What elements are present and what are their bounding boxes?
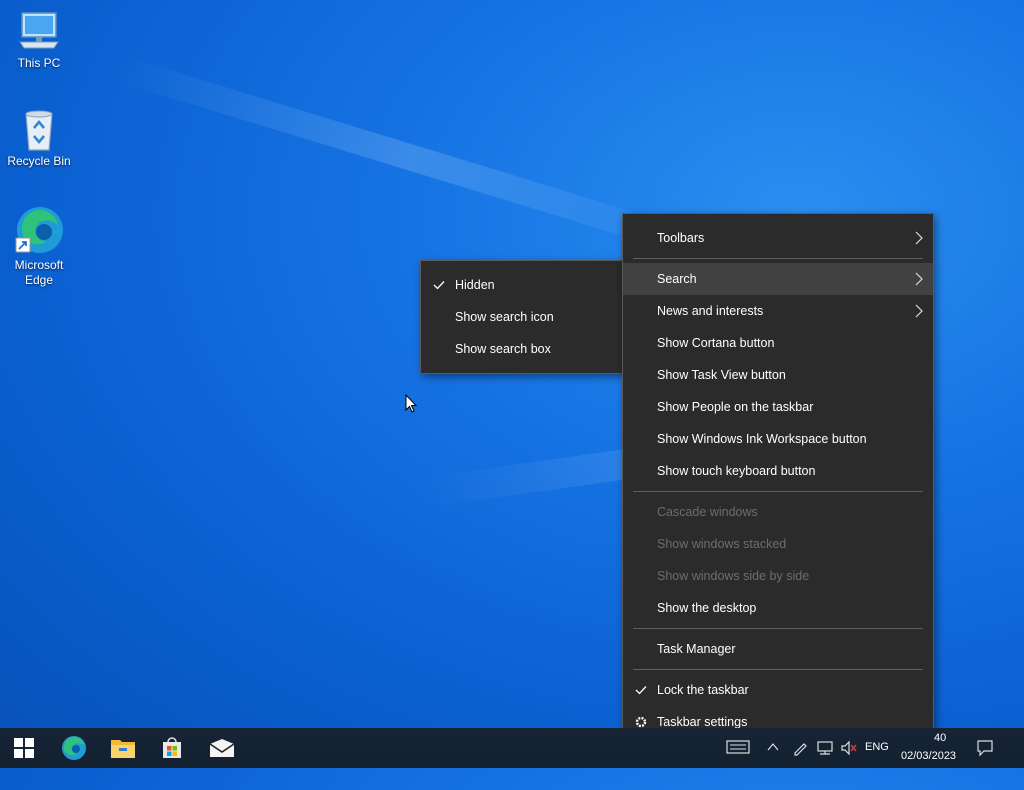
computer-icon [19,12,59,49]
check-icon [431,269,447,303]
menu-item-label: Show Task View button [657,368,786,382]
start-button[interactable] [0,728,48,768]
menu-item-label: Show search box [455,342,551,356]
menu-item-show-people[interactable]: Show People on the taskbar [623,391,933,423]
menu-item-label: Lock the taskbar [657,683,749,697]
menu-item-label: Search [657,272,697,286]
file-explorer-icon [111,740,135,758]
desktop-icon-label: Microsoft Edge [14,258,64,287]
menu-item-show-touch-keyboard[interactable]: Show touch keyboard button [623,455,933,487]
menu-item-label: Show windows stacked [657,537,787,551]
taskbar-mail-button[interactable] [198,728,246,768]
recycle-bin-icon [25,110,53,151]
edge-icon [62,736,86,760]
menu-item-task-manager[interactable]: Task Manager [623,633,933,665]
menu-separator [633,669,923,670]
menu-separator [633,491,923,492]
language-indicator[interactable]: ENG [865,741,889,781]
taskbar-context-menu: Toolbars Search News and interests Show … [622,213,934,747]
menu-item-label: News and interests [657,304,764,318]
menu-item-windows-stacked: Show windows stacked [623,528,933,560]
taskbar-edge-button[interactable] [50,728,98,768]
desktop-icon-label: This PC [17,56,61,70]
menu-item-label: Show Windows Ink Workspace button [657,432,867,446]
menu-item-news-and-interests[interactable]: News and interests [623,295,933,327]
menu-item-show-search-box[interactable]: Show search box [421,333,623,365]
menu-item-label: Taskbar settings [657,715,748,729]
desktop-icon-this-pc[interactable]: This PC [5,10,73,71]
clock-date[interactable]: 02/03/2023 [901,750,956,790]
menu-item-label: Show the desktop [657,601,757,615]
menu-item-search[interactable]: Search [623,263,933,295]
taskbar[interactable]: ENG 40 02/03/2023 [0,728,1024,768]
taskbar-store-button[interactable] [148,728,196,768]
menu-separator [633,258,923,259]
menu-separator [633,628,923,629]
menu-item-label: Cascade windows [657,505,758,519]
menu-item-label: Task Manager [657,642,736,656]
menu-item-label: Show People on the taskbar [657,400,814,414]
menu-item-windows-side-by-side: Show windows side by side [623,560,933,592]
menu-item-toolbars[interactable]: Toolbars [623,222,933,254]
search-submenu: Hidden Show search icon Show search box [420,260,624,374]
menu-item-show-search-icon[interactable]: Show search icon [421,301,623,333]
menu-item-label: Show search icon [455,310,554,324]
mail-icon [209,739,235,757]
menu-item-label: Show touch keyboard button [657,464,816,478]
menu-item-lock-taskbar[interactable]: Lock the taskbar [623,674,933,706]
menu-item-show-desktop[interactable]: Show the desktop [623,592,933,624]
chevron-right-icon [915,222,923,257]
menu-item-label: Show Cortana button [657,336,775,350]
mouse-cursor-icon [405,394,417,413]
menu-item-show-task-view-button[interactable]: Show Task View button [623,359,933,391]
store-icon [163,737,181,758]
pen-icon[interactable] [792,740,808,756]
menu-item-label: Show windows side by side [657,569,810,583]
check-icon [633,674,649,708]
chevron-right-icon [915,295,923,330]
menu-item-show-ink-workspace[interactable]: Show Windows Ink Workspace button [623,423,933,455]
edge-icon [15,207,63,253]
menu-item-label: Hidden [455,278,495,292]
menu-item-cascade-windows: Cascade windows [623,496,933,528]
menu-item-hidden[interactable]: Hidden [421,269,623,301]
taskbar-file-explorer-button[interactable] [99,728,147,768]
menu-item-label: Toolbars [657,231,705,245]
chevron-up-icon[interactable] [766,740,780,754]
desktop-icon-recycle-bin[interactable]: Recycle Bin [5,108,73,169]
volume-muted-icon[interactable] [840,740,858,756]
network-icon[interactable] [816,740,834,756]
menu-item-show-cortana-button[interactable]: Show Cortana button [623,327,933,359]
desktop-icon-edge[interactable]: Microsoft Edge [5,204,73,288]
chevron-right-icon [915,263,923,298]
start-icon [14,738,34,758]
action-center-icon[interactable] [976,739,994,757]
touch-keyboard-icon[interactable] [726,740,750,754]
desktop-icon-label: Recycle Bin [7,154,71,168]
